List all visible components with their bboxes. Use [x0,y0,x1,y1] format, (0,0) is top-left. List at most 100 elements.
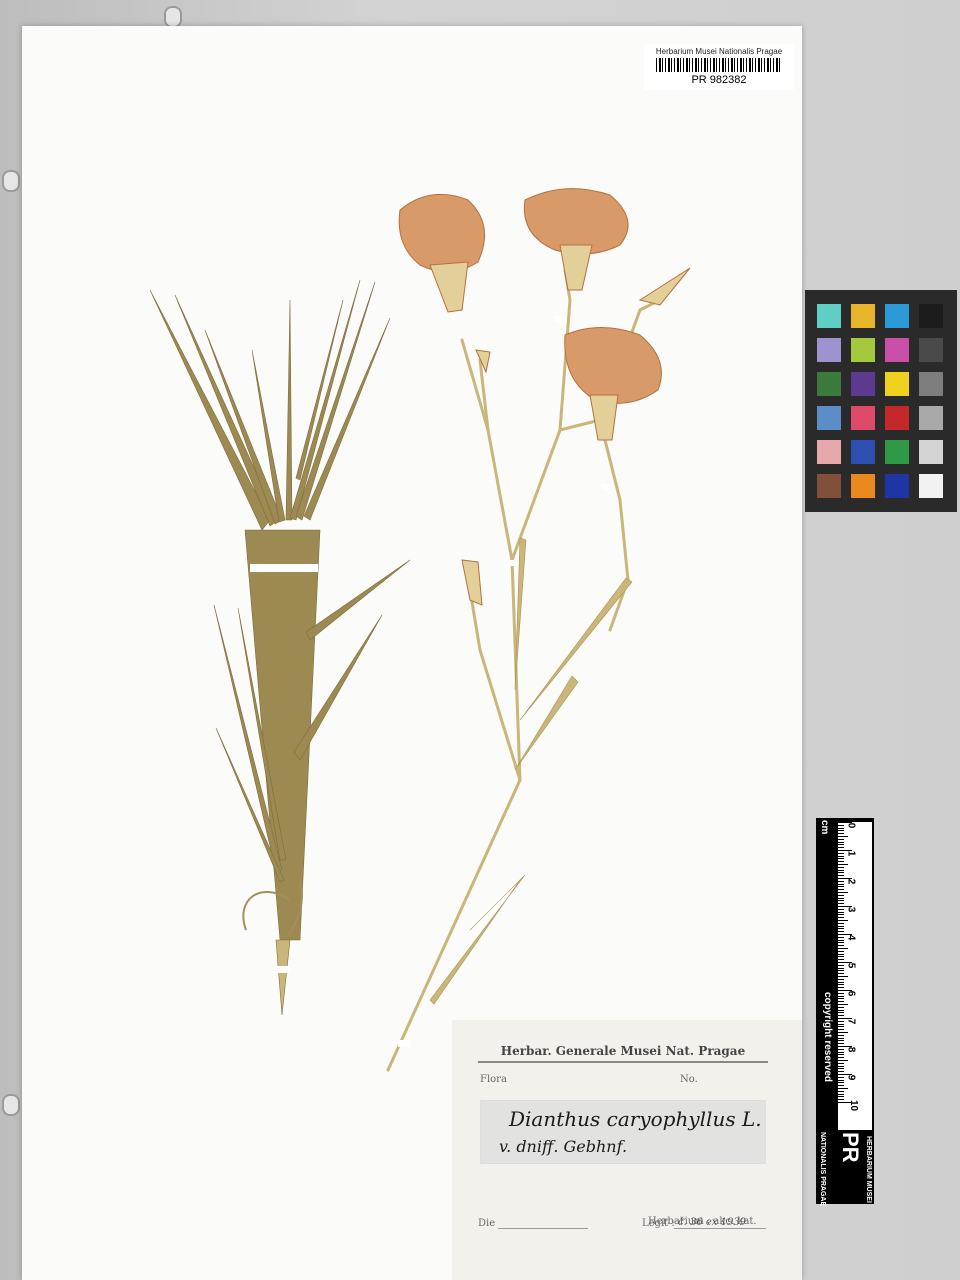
ruler-tick [838,1082,844,1084]
mounting-strip [250,564,318,572]
ruler-tick [838,875,844,877]
ruler-tick [838,1071,844,1073]
ruler-tick [838,903,844,905]
handwritten-strip: Dianthus caryophyllus L. v. dniff. Gebhn… [480,1100,766,1164]
ruler-tick [838,959,844,961]
legit-line [674,1228,766,1229]
scale-bar: cm 0 1 2 3 4 5 6 7 8 9 10 copyright reserved HERBA… [816,818,874,1206]
scale-unit: cm [819,820,830,835]
color-swatch [885,304,909,328]
ruler-tick [838,917,844,919]
number-label: No. [680,1074,698,1085]
ruler-tick [838,914,844,916]
ruler-tick [838,841,844,843]
ruler-tick [838,872,844,874]
ruler-tick [838,827,844,829]
label-header: Herbar. Generale Musei Nat. Pragae [478,1044,768,1063]
ruler-tick [838,1062,844,1064]
ruler-tick [838,838,844,840]
ruler-tick [838,1037,844,1039]
pr-logo: PR [838,1132,863,1163]
mounting-strip [554,316,562,322]
ruler-number: 8 [845,1046,857,1053]
ruler-tick [838,1060,848,1061]
specimen-id: PR 982382 [691,74,747,86]
scale-ruler: 0 1 2 3 4 5 6 7 8 9 10 [838,822,872,1130]
ruler-number: 6 [845,990,857,997]
ruler-tick [838,1009,844,1011]
barcode [656,58,782,72]
ruler-tick [838,1068,844,1070]
ruler-number: 1 [845,850,857,857]
ruler-tick [838,855,844,857]
color-swatch [851,406,875,430]
mounting-strip [508,560,518,566]
ruler-tick [838,858,844,860]
ruler-tick [838,1065,844,1067]
ruler-number: 7 [845,1018,857,1025]
ruler-tick [838,836,848,837]
color-swatch [851,372,875,396]
ruler-tick [838,866,844,868]
legit-value: č. 36 ex 1939 [678,1217,747,1228]
ruler-tick [838,1012,844,1014]
ruler-number: 3 [845,906,857,913]
ruler-tick [838,864,848,865]
color-swatch [817,304,841,328]
ruler-tick [838,844,844,846]
ruler-tick [838,920,848,921]
ruler-tick [838,1032,848,1033]
ruler-tick [838,1015,844,1017]
ruler-tick [838,861,844,863]
ruler-tick [838,1020,844,1022]
ruler-tick [838,1099,844,1101]
color-swatch [885,338,909,362]
color-swatch [851,474,875,498]
ruler-tick [838,981,844,983]
ruler-tick [838,892,848,893]
ruler-tick [838,970,844,972]
ruler-tick [838,886,844,888]
ruler-tick [838,1093,844,1095]
ruler-tick [838,928,844,930]
logo-top-text: HERBARIUM MUSEI [865,1136,872,1203]
ruler-tick [838,950,844,952]
carnation-flowers [398,188,691,606]
color-swatch [817,406,841,430]
ruler-number: 9 [845,1074,857,1081]
ruler-tick [838,945,844,947]
color-swatch [851,338,875,362]
flora-label: Flora [480,1074,507,1085]
ruler-tick [838,869,844,871]
ruler-number: 10 [848,1099,860,1112]
institution-name: Herbarium Musei Nationalis Pragae [655,47,783,56]
ruler-tick [838,998,844,1000]
ruler-tick [838,908,844,910]
ruler-tick [838,852,844,854]
ruler-tick [838,900,844,902]
color-swatch [919,338,943,362]
color-swatch [851,440,875,464]
copyright-text: copyright reserved [822,992,833,1083]
color-swatch [919,440,943,464]
ruler-tick [838,847,844,849]
ruler-tick [838,922,844,924]
color-swatch [885,406,909,430]
color-swatch [817,474,841,498]
ruler-tick [838,1096,844,1098]
die-label: Die [478,1218,496,1229]
mounting-strip [602,484,610,490]
ruler-tick [838,824,844,826]
ruler-tick [838,995,844,997]
ruler-tick [838,925,844,927]
ruler-tick [838,1029,844,1031]
color-swatch [919,406,943,430]
locality-note: v. dniff. Gebhnf. [499,1137,628,1156]
ruler-tick [838,973,844,975]
legit-label: Legit : [642,1218,675,1229]
ruler-tick [838,936,844,938]
ruler-tick [838,889,844,891]
ruler-tick [838,939,844,941]
barcode-label: Herbarium Musei Nationalis Pragae PR 982… [644,44,794,90]
ruler-tick [838,883,844,885]
